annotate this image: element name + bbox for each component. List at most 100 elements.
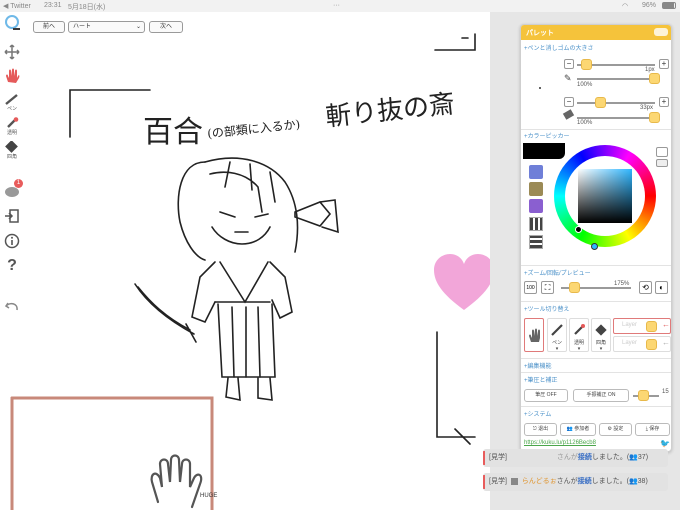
- move-icon[interactable]: [3, 44, 21, 60]
- participants-icon: 👥: [566, 426, 573, 432]
- eraser-size-plus[interactable]: +: [659, 97, 669, 107]
- eraser-opacity-knob[interactable]: [649, 112, 660, 123]
- exit-button[interactable]: ⎋ 退出: [524, 423, 557, 436]
- color-swatch-blue[interactable]: [529, 165, 543, 179]
- chat-2-people-icon: 👥: [628, 478, 638, 485]
- drawing-canvas[interactable]: 百合 (の部類に入るか) 斬り抜の斎 HUGE 前へ ハート ⌄ 次へ: [0, 12, 494, 510]
- color-picker-section[interactable]: +カラーピッカー: [524, 131, 570, 140]
- eraser-tool-label: 透明: [6, 130, 17, 136]
- save-button[interactable]: ⤓ 保存: [635, 423, 670, 436]
- eraser-opacity-slider[interactable]: [577, 117, 657, 119]
- eraser-tool[interactable]: 透明: [3, 117, 21, 136]
- undo-icon[interactable]: [3, 298, 21, 314]
- layer-2-button[interactable]: Layer ←: [613, 336, 671, 352]
- tool-eraser-button[interactable]: 透明 ▾: [569, 318, 589, 352]
- room-url-link[interactable]: https://kuku.lu/p1126Becb8: [524, 440, 596, 446]
- status-dots: ···: [333, 2, 340, 9]
- pen-opacity-slider[interactable]: [577, 78, 657, 80]
- chat-2-avatar: [510, 477, 518, 485]
- participants-button[interactable]: 👥 参加者: [560, 423, 596, 436]
- chat-badge: 1: [14, 179, 23, 188]
- eraser-size-value: 33px: [640, 105, 654, 111]
- status-time: 23:31: [44, 2, 62, 9]
- chat-1-keyword: 接続: [577, 454, 592, 461]
- layer-1-opacity[interactable]: [646, 321, 657, 332]
- pen-size-section[interactable]: +ペンと消しゴムの大きさ: [524, 43, 594, 52]
- swatch-add-icon[interactable]: [529, 217, 543, 231]
- back-to-app-link[interactable]: ◀ Twitter: [3, 2, 31, 10]
- palette-panel: パレット +ペンと消しゴムの大きさ − + 1px ✎ 100% − + 33p…: [520, 24, 672, 452]
- settings-button[interactable]: ⚙ 設定: [599, 423, 632, 436]
- tool-eraser-label: 透明: [573, 340, 584, 346]
- zoom-knob[interactable]: [569, 282, 580, 293]
- palette-collapse-toggle[interactable]: [654, 28, 668, 36]
- rotate-icon[interactable]: ⟲: [639, 281, 652, 294]
- pen-tool-label: ペン: [6, 106, 17, 112]
- palette-title: パレット: [526, 30, 554, 37]
- zoom-section[interactable]: +ズーム/回転/プレビュー: [524, 268, 591, 277]
- chat-2-prefix: [見学]: [489, 478, 507, 485]
- hue-cursor[interactable]: [591, 243, 598, 250]
- heart-stamp[interactable]: [432, 252, 496, 312]
- swatch-remove-icon[interactable]: [529, 235, 543, 249]
- pressure-section[interactable]: +筆圧と補正: [524, 375, 558, 384]
- huge-label: HUGE: [200, 493, 218, 499]
- chat-icon[interactable]: 1: [3, 179, 23, 199]
- chat-message-1: [見学] さんが接続しました。(👥37): [483, 449, 668, 467]
- status-bar: ◀ Twitter 23:31 5月18日(水) ··· ◠ 96%: [0, 0, 680, 12]
- tool-square-label: 四角: [595, 340, 606, 346]
- prev-button[interactable]: 前へ: [33, 21, 65, 33]
- zoom-reset-button[interactable]: 100: [524, 281, 537, 294]
- pressure-toggle-button[interactable]: 筆圧 OFF: [524, 389, 568, 402]
- stamp-select[interactable]: ハート ⌄: [68, 21, 145, 33]
- sv-cursor[interactable]: [575, 226, 582, 233]
- color-sv-square[interactable]: [578, 169, 632, 223]
- square-tool-label: 四角: [6, 154, 17, 160]
- tool-square-button[interactable]: 四角 ▾: [591, 318, 611, 352]
- pen-size-knob[interactable]: [581, 59, 592, 70]
- layer-2-label: Layer: [622, 340, 638, 346]
- chat-2-keyword: 接続: [577, 478, 592, 485]
- stabilizer-toggle-button[interactable]: 手振補正 ON: [573, 389, 629, 402]
- color-wheel-icon[interactable]: [3, 14, 21, 30]
- layer-2-opacity[interactable]: [646, 339, 657, 350]
- preview-icon[interactable]: ◐: [655, 281, 668, 294]
- chat-2-message: さんが: [556, 478, 578, 485]
- eraser-size-knob[interactable]: [595, 97, 606, 108]
- info-icon[interactable]: [3, 233, 21, 249]
- eraser-size-minus[interactable]: −: [564, 97, 574, 107]
- fit-screen-icon[interactable]: ⛶: [541, 281, 554, 294]
- pen-tool[interactable]: ペン: [3, 93, 21, 112]
- eyedropper-icon[interactable]: [656, 147, 668, 157]
- help-icon[interactable]: ?: [3, 257, 21, 275]
- current-color-swatch[interactable]: [523, 143, 565, 159]
- eraser-opacity-value: 100%: [577, 120, 593, 126]
- save-button-label: 保存: [649, 426, 660, 432]
- tool-hand-button[interactable]: [524, 318, 544, 352]
- tool-pen-button[interactable]: ペン ▾: [547, 318, 567, 352]
- layer-1-button[interactable]: Layer ←: [613, 318, 671, 334]
- color-swatch-purple[interactable]: [529, 199, 543, 213]
- next-button[interactable]: 次へ: [149, 21, 183, 33]
- square-tool[interactable]: 四角: [3, 141, 21, 160]
- exit-door-icon[interactable]: [3, 208, 21, 224]
- layer-2-arrow: ←: [662, 338, 670, 347]
- pen-opacity-knob[interactable]: [649, 73, 660, 84]
- status-date: 5月18日(水): [68, 4, 106, 11]
- pen-size-minus[interactable]: −: [564, 59, 574, 69]
- pen-size-preview: [539, 87, 541, 89]
- chat-1-count: 37): [637, 454, 649, 461]
- color-history-icon[interactable]: [656, 159, 668, 167]
- stabilizer-knob[interactable]: [638, 390, 649, 401]
- color-swatch-brown[interactable]: [529, 182, 543, 196]
- hand-icon[interactable]: [3, 68, 21, 84]
- edit-section[interactable]: +編集機能: [524, 361, 552, 370]
- system-section[interactable]: +システム: [524, 409, 551, 418]
- pen-size-plus[interactable]: +: [659, 59, 669, 69]
- download-icon: ⤓: [645, 426, 648, 432]
- tool-switch-section[interactable]: +ツール切り替え: [524, 304, 570, 313]
- chat-2-user[interactable]: らんどるぉ: [522, 478, 557, 485]
- twitter-icon[interactable]: 🐦: [660, 439, 670, 448]
- layer-1-label: Layer: [622, 322, 638, 328]
- eraser-size-slider[interactable]: [577, 102, 655, 104]
